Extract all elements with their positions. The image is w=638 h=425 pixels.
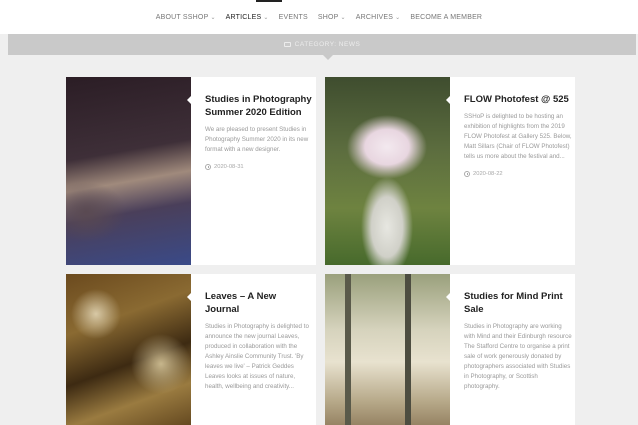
card-notch — [446, 95, 451, 105]
chevron-down-icon: ⌄ — [395, 15, 401, 21]
article-title[interactable]: Studies in Photography Summer 2020 Editi… — [205, 93, 313, 119]
main-nav: ABOUT SSHOP ⌄ ARTICLES ⌄ EVENTS SHOP ⌄ A… — [0, 14, 638, 21]
nav-item-label: ABOUT SSHOP — [155, 14, 209, 21]
article-thumbnail[interactable] — [325, 77, 450, 265]
nav-item-label: EVENTS — [278, 14, 308, 21]
article-body: FLOW Photofest @ 525 SSHoP is delighted … — [464, 93, 572, 177]
nav-item-articles[interactable]: ARTICLES ⌄ — [226, 14, 269, 21]
banner-pointer — [323, 55, 333, 60]
nav-item-events[interactable]: EVENTS — [279, 14, 308, 21]
nav-item-shop[interactable]: SHOP ⌄ — [318, 14, 346, 21]
article-body: Studies for Mind Print Sale Studies in P… — [464, 290, 572, 392]
clock-icon — [464, 171, 470, 177]
clock-icon — [205, 164, 211, 170]
active-nav-indicator — [256, 0, 282, 2]
article-card[interactable]: Studies for Mind Print Sale Studies in P… — [325, 274, 575, 425]
article-body: Studies in Photography Summer 2020 Editi… — [205, 93, 313, 170]
nav-item-label: BECOME A MEMBER — [410, 14, 483, 21]
card-notch — [446, 292, 451, 302]
article-card[interactable]: Leaves – A New Journal Studies in Photog… — [66, 274, 316, 425]
article-date-text: 2020-08-31 — [214, 164, 244, 170]
article-card[interactable]: FLOW Photofest @ 525 SSHoP is delighted … — [325, 77, 575, 265]
article-date: 2020-08-22 — [464, 171, 572, 177]
article-thumbnail[interactable] — [325, 274, 450, 425]
category-banner: CATEGORY: NEWS — [8, 34, 636, 60]
article-excerpt: SSHoP is delighted to be hosting an exhi… — [464, 113, 572, 160]
nav-item-archives[interactable]: ARCHIVES ⌄ — [356, 14, 401, 21]
top-navigation-bar: ABOUT SSHOP ⌄ ARTICLES ⌄ EVENTS SHOP ⌄ A… — [0, 0, 638, 34]
article-excerpt: Studies in Photography are working with … — [464, 323, 572, 390]
category-label: CATEGORY: NEWS — [294, 41, 361, 48]
nav-item-label: ARTICLES — [225, 14, 262, 21]
nav-item-about[interactable]: ABOUT SSHOP ⌄ — [156, 14, 216, 21]
chevron-down-icon: ⌄ — [210, 15, 216, 21]
chevron-down-icon: ⌄ — [340, 15, 346, 21]
chevron-down-icon: ⌄ — [263, 15, 269, 21]
article-thumbnail[interactable] — [66, 77, 191, 265]
article-excerpt: Studies in Photography is delighted to a… — [205, 323, 309, 390]
folder-icon — [283, 42, 291, 47]
card-notch — [187, 95, 192, 105]
article-body: Leaves – A New Journal Studies in Photog… — [205, 290, 313, 392]
article-title[interactable]: FLOW Photofest @ 525 — [464, 93, 572, 106]
article-card[interactable]: Studies in Photography Summer 2020 Editi… — [66, 77, 316, 265]
article-title[interactable]: Studies for Mind Print Sale — [464, 290, 572, 316]
article-thumbnail[interactable] — [66, 274, 191, 425]
nav-item-label: SHOP — [317, 14, 339, 21]
article-title[interactable]: Leaves – A New Journal — [205, 290, 313, 316]
article-date-text: 2020-08-22 — [473, 171, 503, 177]
nav-item-become-member[interactable]: BECOME A MEMBER — [410, 14, 482, 21]
nav-item-label: ARCHIVES — [355, 14, 394, 21]
article-excerpt: We are pleased to present Studies in Pho… — [205, 126, 309, 153]
article-date: 2020-08-31 — [205, 164, 313, 170]
card-notch — [187, 292, 192, 302]
